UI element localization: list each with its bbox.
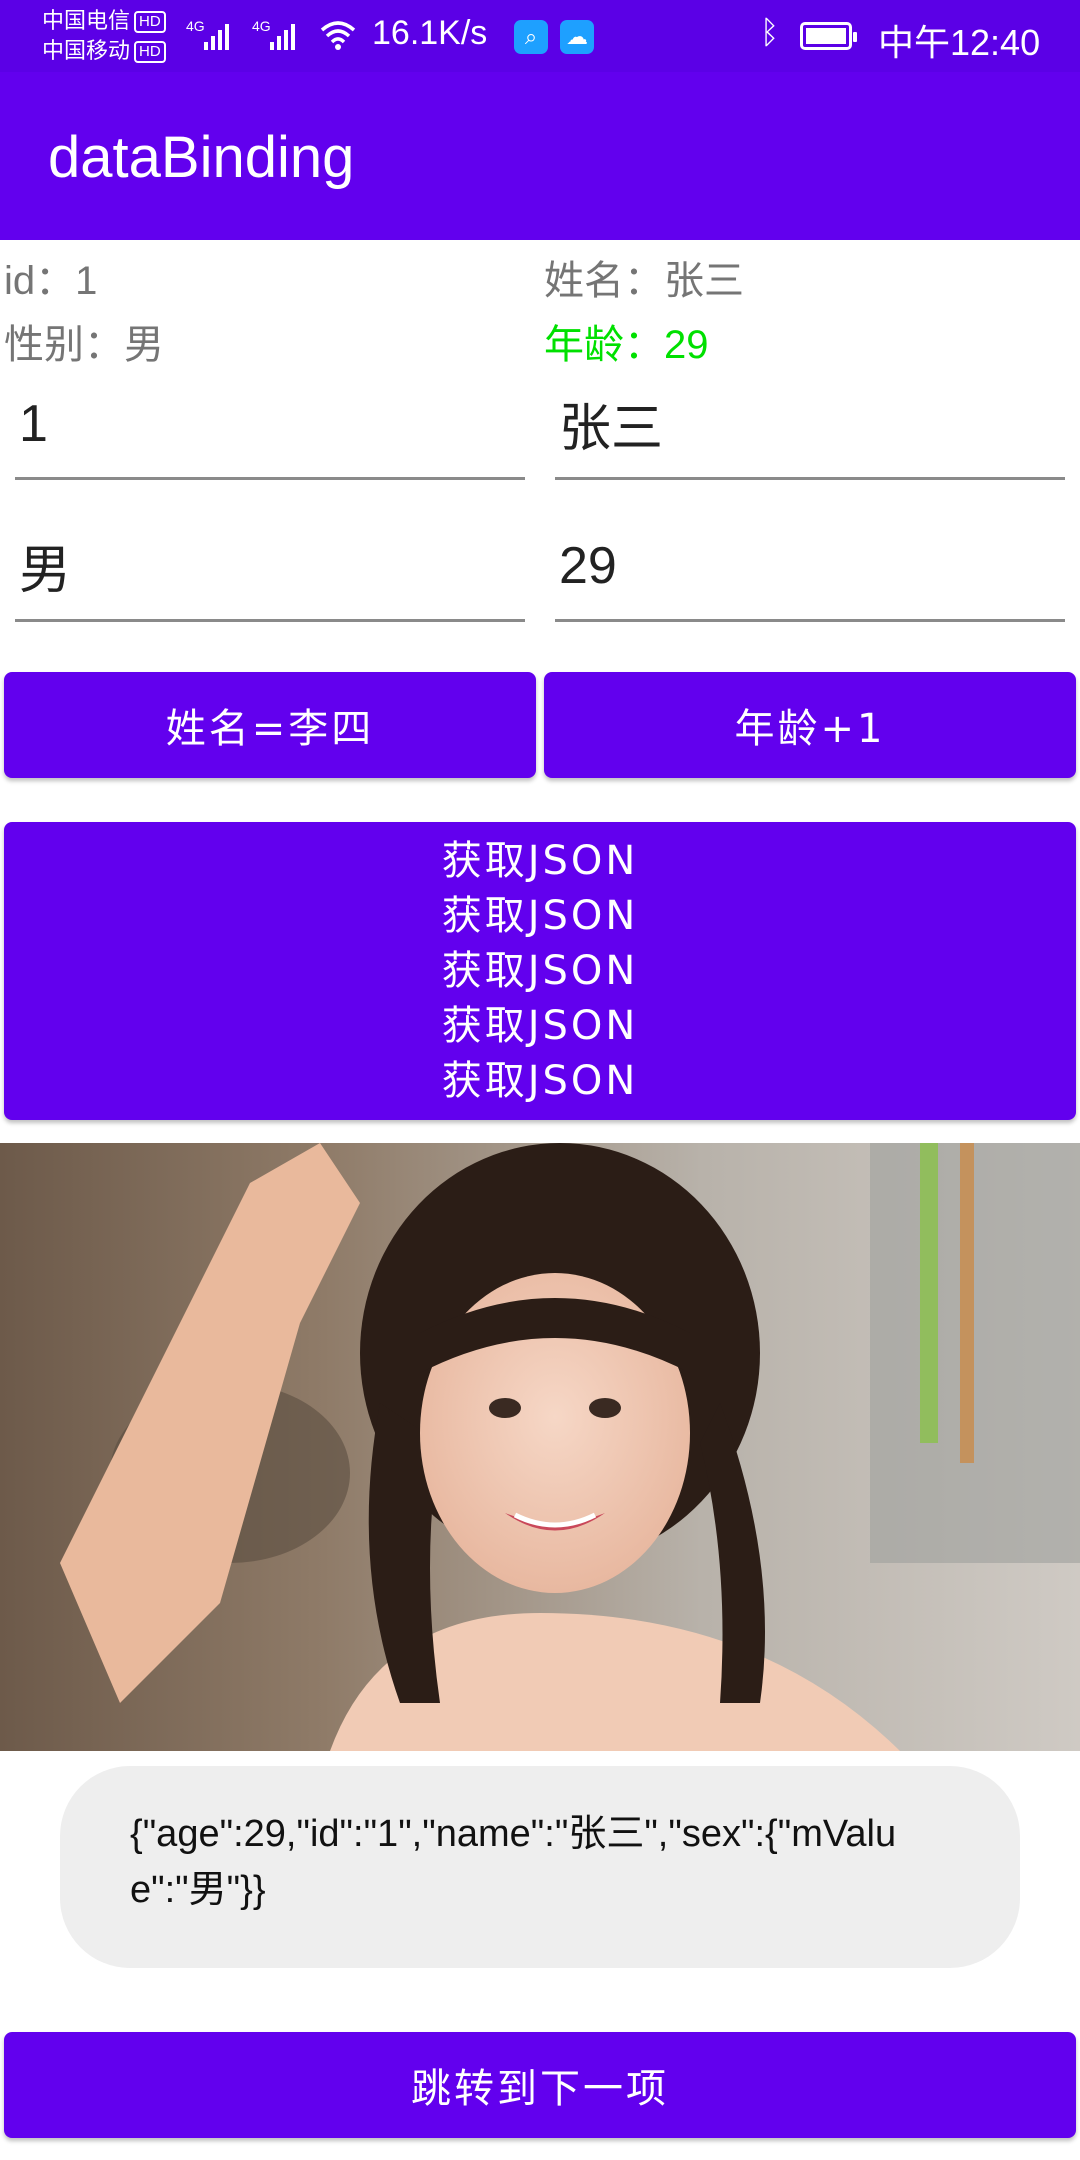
hd-badge: HD xyxy=(134,41,166,64)
cloud-app-icon: ☁ xyxy=(560,20,594,54)
photo-image xyxy=(0,1143,1080,1751)
hd-badge: HD xyxy=(134,11,166,34)
wifi-icon xyxy=(320,21,356,50)
get-json-label: 获取JSON xyxy=(441,1002,639,1049)
sex-input[interactable] xyxy=(15,512,525,619)
id-label: id：1 xyxy=(4,259,98,303)
carrier-1: 中国电信 xyxy=(42,8,131,33)
bluetooth-icon: ᛒ xyxy=(760,14,780,50)
set-name-button[interactable]: 姓名=李四 xyxy=(4,672,536,778)
id-input[interactable] xyxy=(15,370,525,477)
get-json-button[interactable]: 获取JSON 获取JSON 获取JSON 获取JSON 获取JSON xyxy=(4,822,1076,1120)
signal-icon xyxy=(270,18,295,50)
get-json-label: 获取JSON xyxy=(441,947,639,994)
carrier-2: 中国移动 xyxy=(42,38,131,63)
app-title: dataBinding xyxy=(48,125,355,190)
search-app-icon: ⌕ xyxy=(514,20,548,54)
carrier-info: 中国电信 HD 中国移动 HD xyxy=(42,6,166,66)
age-plus-button[interactable]: 年龄+1 xyxy=(544,672,1076,778)
network-type: 4G xyxy=(252,18,271,34)
sex-field xyxy=(15,512,525,622)
get-json-label: 获取JSON xyxy=(441,837,639,884)
network-speed: 16.1K/s xyxy=(372,14,488,52)
network-type: 4G xyxy=(186,18,205,34)
status-bar: 中国电信 HD 中国移动 HD 4G 4G 16.1K/s ⌕ ☁ ᛒ 中午12:4… xyxy=(0,0,1080,72)
next-button[interactable]: 跳转到下一项 xyxy=(4,2032,1076,2138)
signal-icon xyxy=(204,18,229,50)
name-field xyxy=(555,370,1065,480)
get-json-label: 获取JSON xyxy=(441,1057,639,1104)
age-label: 年龄：29 xyxy=(544,323,709,367)
id-field xyxy=(15,370,525,480)
age-input[interactable] xyxy=(555,512,1065,619)
name-label: 姓名：张三 xyxy=(544,259,744,303)
battery-charging-icon xyxy=(800,22,857,50)
sex-label: 性别：男 xyxy=(4,323,164,367)
clock: 中午12:40 xyxy=(878,22,1041,63)
json-output: {"age":29,"id":"1","name":"张三","sex":{"m… xyxy=(60,1766,1020,1968)
app-bar: dataBinding xyxy=(0,72,1080,240)
name-input[interactable] xyxy=(555,370,1065,477)
age-field xyxy=(555,512,1065,622)
get-json-label: 获取JSON xyxy=(441,892,639,939)
